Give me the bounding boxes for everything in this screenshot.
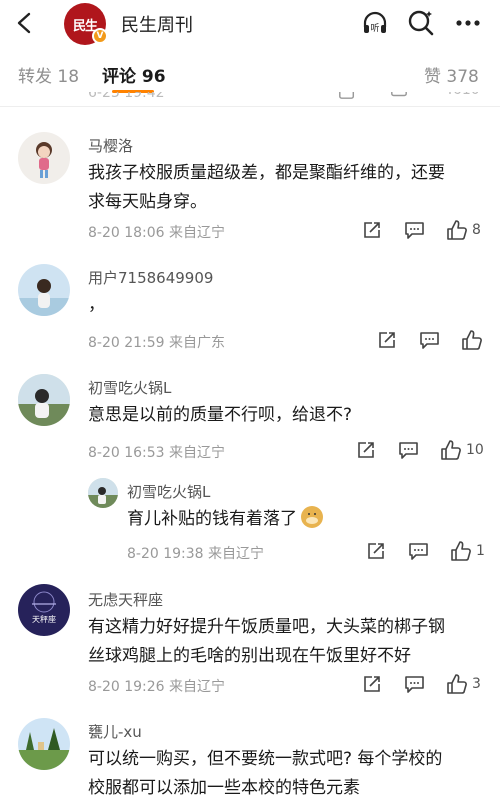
comment-item: 初雪吃火锅L 意思是以前的质量不行呗，给退不? 8-20 16:53 来自辽宁 …: [0, 362, 500, 572]
back-arrow-icon: [17, 12, 31, 34]
avatar-label: 天秤座: [32, 614, 56, 624]
comment-meta: 8-20 18:06 来自辽宁: [88, 225, 226, 241]
share-icon: [339, 92, 355, 99]
reply-button[interactable]: [398, 440, 419, 460]
reply-like-count: 1: [476, 543, 485, 559]
commenter-name[interactable]: 初雪吃火锅L: [88, 377, 171, 398]
reply-meta: 8-20 19:38 来自辽宁: [127, 546, 265, 562]
search-button[interactable]: [404, 6, 438, 40]
reply-button[interactable]: [404, 674, 425, 694]
comment-item: 马樱洛 我孩子校服质量超级差，都是聚酯纤维的，还要 求每天贴身穿。 8-20 1…: [0, 122, 500, 252]
thumbs-up-icon: [447, 220, 467, 240]
comment-item: 甕儿-xu 可以统一购买，但不要统一款式吧? 每个学校的 校服都可以添加一些本校…: [0, 708, 500, 807]
share-button[interactable]: [356, 440, 376, 460]
reply-text: 育儿补贴的钱有着落了: [127, 505, 323, 534]
verified-badge: V: [92, 28, 108, 44]
share-icon: [379, 332, 395, 348]
thumbs-up-icon: [447, 674, 467, 694]
more-icon: [456, 20, 480, 26]
tab-comments[interactable]: 评论 96: [102, 62, 166, 87]
like-button[interactable]: 8: [446, 219, 481, 241]
share-icon: [368, 543, 384, 559]
comment-text-line: ，: [88, 295, 105, 315]
thumbs-up-icon: [451, 541, 471, 561]
partial-comment-row: 6-23 19:42 4610: [0, 92, 500, 106]
partial-like-button[interactable]: 4610: [440, 92, 480, 98]
comment-icon: [405, 222, 424, 239]
share-icon: [364, 222, 380, 238]
doge-emoji-icon: [301, 506, 323, 528]
comment-text-line: 校服都可以添加一些本校的特色元素: [88, 778, 360, 798]
comment-text-line: 求每天贴身穿。: [88, 192, 207, 212]
share-icon: [364, 676, 380, 692]
like-count: 10: [466, 442, 484, 458]
commenter-name[interactable]: 无虑天秤座: [88, 589, 163, 610]
comment-item: 用户7158649909 ， 8-20 21:59 来自广东: [0, 252, 500, 362]
comment-icon: [409, 543, 428, 560]
avatar[interactable]: [18, 264, 70, 316]
more-button[interactable]: [451, 6, 485, 40]
partial-share-button[interactable]: [338, 92, 356, 100]
comment-item: 天秤座 无虑天秤座 有这精力好好提升午饭质量吧，大头菜的梆子钢 丝球鸡腿上的毛啥…: [0, 572, 500, 708]
like-button[interactable]: [461, 329, 487, 351]
comment-text-line: 可以统一购买，但不要统一款式吧? 每个学校的: [88, 749, 443, 769]
comment-meta: 8-20 16:53 来自辽宁: [88, 445, 226, 461]
comment-icon: [391, 92, 407, 97]
reply-avatar[interactable]: [88, 478, 118, 508]
comment-meta: 8-20 21:59 来自广东: [88, 335, 226, 351]
like-count: 3: [472, 676, 481, 692]
reply-button[interactable]: [404, 220, 425, 240]
tab-reposts[interactable]: 转发 18: [18, 62, 79, 87]
thumbs-up-icon: [462, 330, 482, 350]
svg-text:听: 听: [370, 23, 379, 34]
cartoon-girl-avatar-icon: [36, 142, 52, 178]
reply-text-content: 育儿补贴的钱有着落了: [127, 509, 297, 529]
headphones-icon: 听: [363, 11, 387, 34]
partial-meta: 6-23 19:42: [88, 92, 165, 101]
comment-text-line: 丝球鸡腿上的毛啥的别出现在午饭里好不好: [88, 646, 411, 666]
comment-icon: [420, 332, 439, 349]
back-button[interactable]: [10, 8, 40, 38]
top-bar: 民生 V 民生周刊 听: [0, 0, 500, 48]
share-button[interactable]: [362, 220, 382, 240]
comment-text-line: 我孩子校服质量超级差，都是聚酯纤维的，还要: [88, 163, 445, 183]
search-icon: [408, 10, 434, 36]
person-photo-avatar-icon: [18, 374, 70, 426]
partial-reply-button[interactable]: [390, 92, 408, 100]
thumbs-up-icon: [441, 440, 461, 460]
avatar[interactable]: [18, 718, 70, 770]
comment-icon: [399, 442, 418, 459]
partial-like-count: 4610: [444, 92, 480, 98]
commenter-name[interactable]: 马樱洛: [88, 135, 133, 156]
reply-like-button[interactable]: 1: [450, 540, 485, 562]
listen-button[interactable]: 听: [358, 6, 392, 40]
comment-text-line: 意思是以前的质量不行呗，给退不?: [88, 405, 353, 425]
comment-icon: [405, 676, 424, 693]
avatar[interactable]: 天秤座: [18, 584, 70, 636]
reply-button[interactable]: [419, 330, 440, 350]
avatar[interactable]: [18, 374, 70, 426]
landscape-avatar-icon: [18, 728, 70, 770]
share-icon: [358, 442, 374, 458]
commenter-name[interactable]: 用户7158649909: [88, 267, 213, 288]
person-photo-avatar-icon: [88, 478, 118, 508]
tab-bar: 转发 18 评论 96 赞 378: [0, 56, 500, 96]
like-count: 8: [472, 222, 481, 238]
person-photo-avatar-icon: [18, 279, 70, 316]
like-button[interactable]: 10: [440, 439, 484, 461]
tab-likes[interactable]: 赞 378: [424, 62, 479, 87]
commenter-name[interactable]: 甕儿-xu: [88, 721, 142, 742]
comment-meta: 8-20 19:26 来自辽宁: [88, 679, 226, 695]
like-button[interactable]: 3: [446, 673, 481, 695]
reply-reply-button[interactable]: [408, 541, 429, 561]
share-button[interactable]: [362, 674, 382, 694]
divider: [0, 106, 500, 107]
comment-text-line: 有这精力好好提升午饭质量吧，大头菜的梆子钢: [88, 617, 445, 637]
reply-commenter-name[interactable]: 初雪吃火锅L: [127, 481, 210, 502]
avatar[interactable]: [18, 132, 70, 184]
share-button[interactable]: [377, 330, 397, 350]
reply-share-button[interactable]: [366, 541, 386, 561]
account-name[interactable]: 民生周刊: [121, 11, 193, 37]
libra-avatar-icon: 天秤座: [32, 591, 56, 624]
